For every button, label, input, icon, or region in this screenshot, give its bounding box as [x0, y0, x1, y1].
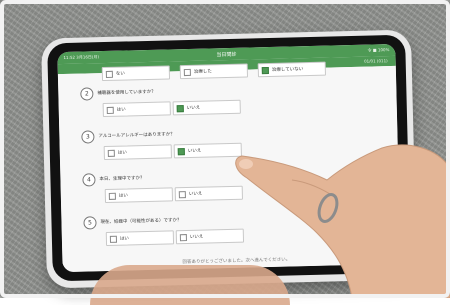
photo-frame: [0, 0, 450, 298]
